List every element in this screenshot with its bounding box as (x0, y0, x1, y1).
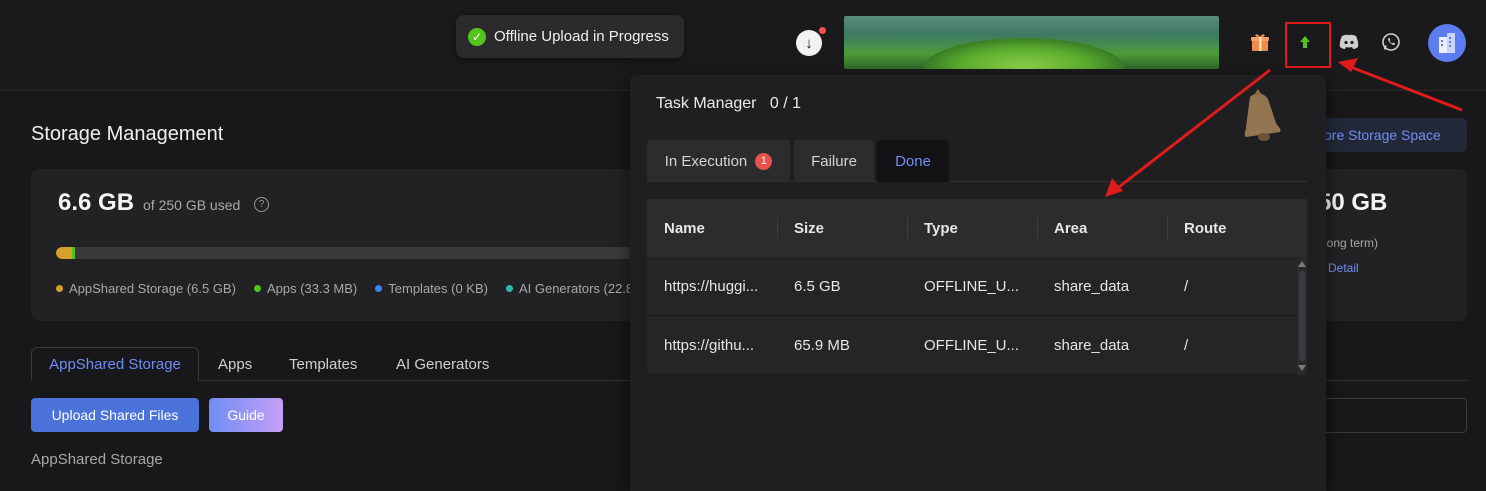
column-header-size[interactable]: Size (777, 199, 907, 257)
cell-name: https://githu... (664, 336, 755, 354)
banner-image (924, 38, 1124, 69)
used-storage-suffix: of 250 GB used (143, 197, 241, 213)
whatsapp-icon[interactable] (1378, 29, 1404, 55)
storage-legend: AppShared Storage (6.5 GB) Apps (33.3 MB… (56, 281, 636, 296)
cell-area: share_data (1054, 336, 1130, 354)
cell-route: / (1184, 336, 1189, 354)
legend-item: Templates (0 KB) (375, 281, 488, 296)
download-icon[interactable]: ↓ (796, 30, 822, 56)
tab-apps[interactable]: Apps (218, 347, 252, 381)
count-badge: 1 (755, 152, 773, 170)
upload-highlight-box (1285, 22, 1331, 68)
task-tabs: In Execution 1 Failure Done (647, 140, 1307, 182)
scroll-up-icon[interactable] (1298, 261, 1306, 267)
promo-banner[interactable] (844, 16, 1219, 69)
upload-toast: ✓ Offline Upload in Progress (456, 15, 684, 58)
used-storage-value: 6.6 GB (58, 189, 135, 216)
scroll-down-icon[interactable] (1298, 365, 1306, 371)
plan-term: Long term) (1320, 236, 1379, 250)
help-icon[interactable]: ? (254, 197, 269, 212)
table-header: Name Size Type Area Route (647, 199, 1307, 257)
notification-dot (819, 27, 826, 34)
cell-route: / (1184, 277, 1189, 295)
tab-appshared-storage[interactable]: AppShared Storage (31, 347, 199, 381)
legend-dot-icon (375, 285, 383, 292)
page-title: Storage Management (31, 123, 224, 145)
legend-item: Apps (33.3 MB) (253, 281, 357, 296)
cell-name: https://huggi... (664, 277, 759, 295)
tab-failure[interactable]: Failure (794, 140, 874, 182)
legend-dot-icon (56, 285, 63, 292)
task-manager-title: Task Manager 0 / 1 (656, 95, 801, 112)
upload-shared-files-button[interactable]: Upload Shared Files (31, 398, 199, 432)
cell-type: OFFLINE_U... (924, 336, 1020, 354)
tab-in-execution[interactable]: In Execution 1 (647, 140, 790, 182)
bell-icon (1244, 89, 1281, 141)
task-table: Name Size Type Area Route https://huggi.… (647, 199, 1307, 375)
legend-dot-icon (253, 285, 261, 292)
cell-size: 65.9 MB (794, 336, 850, 354)
tab-ai-generators[interactable]: AI Generators (396, 347, 489, 381)
avatar[interactable] (1428, 24, 1466, 62)
legend-dot-icon (505, 285, 513, 292)
guide-button[interactable]: Guide (209, 398, 283, 432)
column-header-type[interactable]: Type (907, 199, 1037, 257)
legend-item: AI Generators (22.8 (505, 281, 633, 296)
section-label: AppShared Storage (31, 451, 163, 468)
storage-usage-bar (56, 247, 656, 259)
toast-message: Offline Upload in Progress (494, 28, 669, 45)
table-row[interactable]: https://huggi... 6.5 GB OFFLINE_U... sha… (647, 257, 1307, 316)
table-row[interactable]: https://githu... 65.9 MB OFFLINE_U... sh… (647, 316, 1307, 375)
tab-done[interactable]: Done (877, 140, 949, 182)
tab-templates[interactable]: Templates (289, 347, 357, 381)
column-header-route[interactable]: Route (1167, 199, 1297, 257)
table-scrollbar[interactable] (1297, 257, 1307, 375)
column-header-name[interactable]: Name (647, 199, 777, 257)
cell-type: OFFLINE_U... (924, 277, 1020, 295)
discord-icon[interactable] (1336, 29, 1362, 55)
detail-link[interactable]: Detail (1328, 261, 1359, 275)
apps-usage-fill (72, 247, 75, 259)
task-count: 0 / 1 (769, 95, 801, 112)
scroll-thumb[interactable] (1299, 271, 1305, 361)
task-manager-panel: Task Manager 0 / 1 In Execution 1 Failure… (630, 75, 1326, 491)
cell-size: 6.5 GB (794, 277, 841, 295)
cell-area: share_data (1054, 277, 1130, 295)
plan-size: 50 GB (1318, 189, 1388, 216)
check-circle-icon: ✓ (468, 27, 486, 46)
gift-icon[interactable] (1247, 29, 1273, 55)
column-header-area[interactable]: Area (1037, 199, 1167, 257)
storage-usage-fill (56, 247, 72, 259)
legend-item: AppShared Storage (6.5 GB) (56, 281, 236, 296)
